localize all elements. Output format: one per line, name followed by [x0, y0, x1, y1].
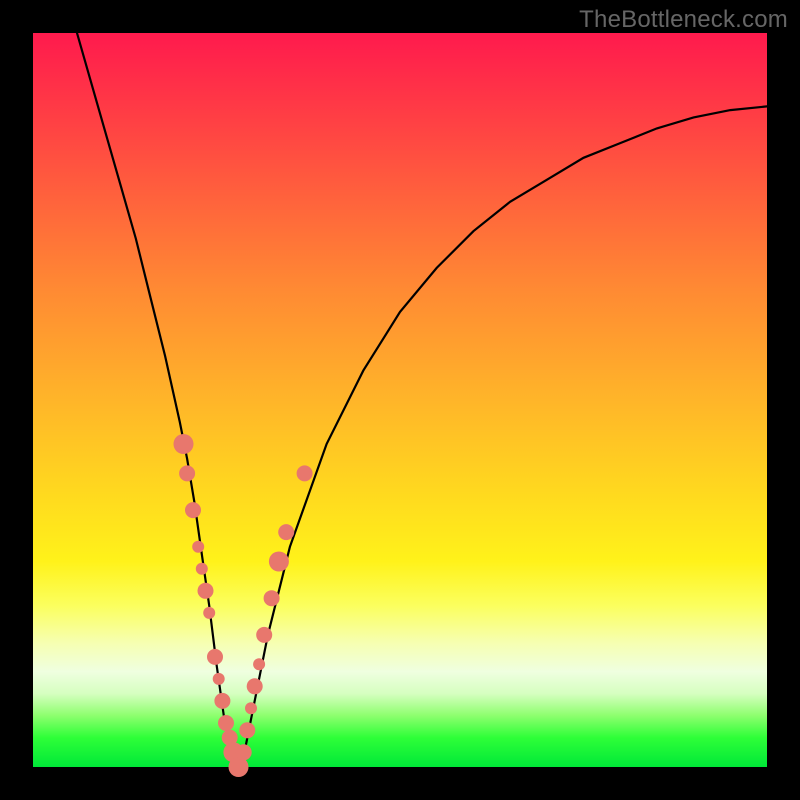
data-point: [247, 678, 263, 694]
data-point: [207, 649, 223, 665]
data-point: [213, 673, 225, 685]
data-point: [269, 552, 289, 572]
data-point: [179, 465, 195, 481]
bottleneck-curve: [77, 33, 767, 767]
data-point: [174, 434, 194, 454]
data-point: [297, 465, 313, 481]
watermark-text: TheBottleneck.com: [579, 6, 788, 34]
data-point: [236, 744, 252, 760]
data-point: [196, 563, 208, 575]
data-point: [192, 541, 204, 553]
marker-layer: [174, 434, 313, 777]
data-point: [214, 693, 230, 709]
data-point: [185, 502, 201, 518]
data-point: [218, 715, 234, 731]
data-point: [253, 658, 265, 670]
data-point: [198, 583, 214, 599]
chart-frame: TheBottleneck.com: [0, 0, 800, 800]
data-point: [264, 590, 280, 606]
data-point: [278, 524, 294, 540]
data-point: [239, 722, 255, 738]
data-point: [256, 627, 272, 643]
data-point: [245, 702, 257, 714]
plot-area: [33, 33, 767, 767]
data-point: [203, 607, 215, 619]
curve-layer: [33, 33, 767, 767]
